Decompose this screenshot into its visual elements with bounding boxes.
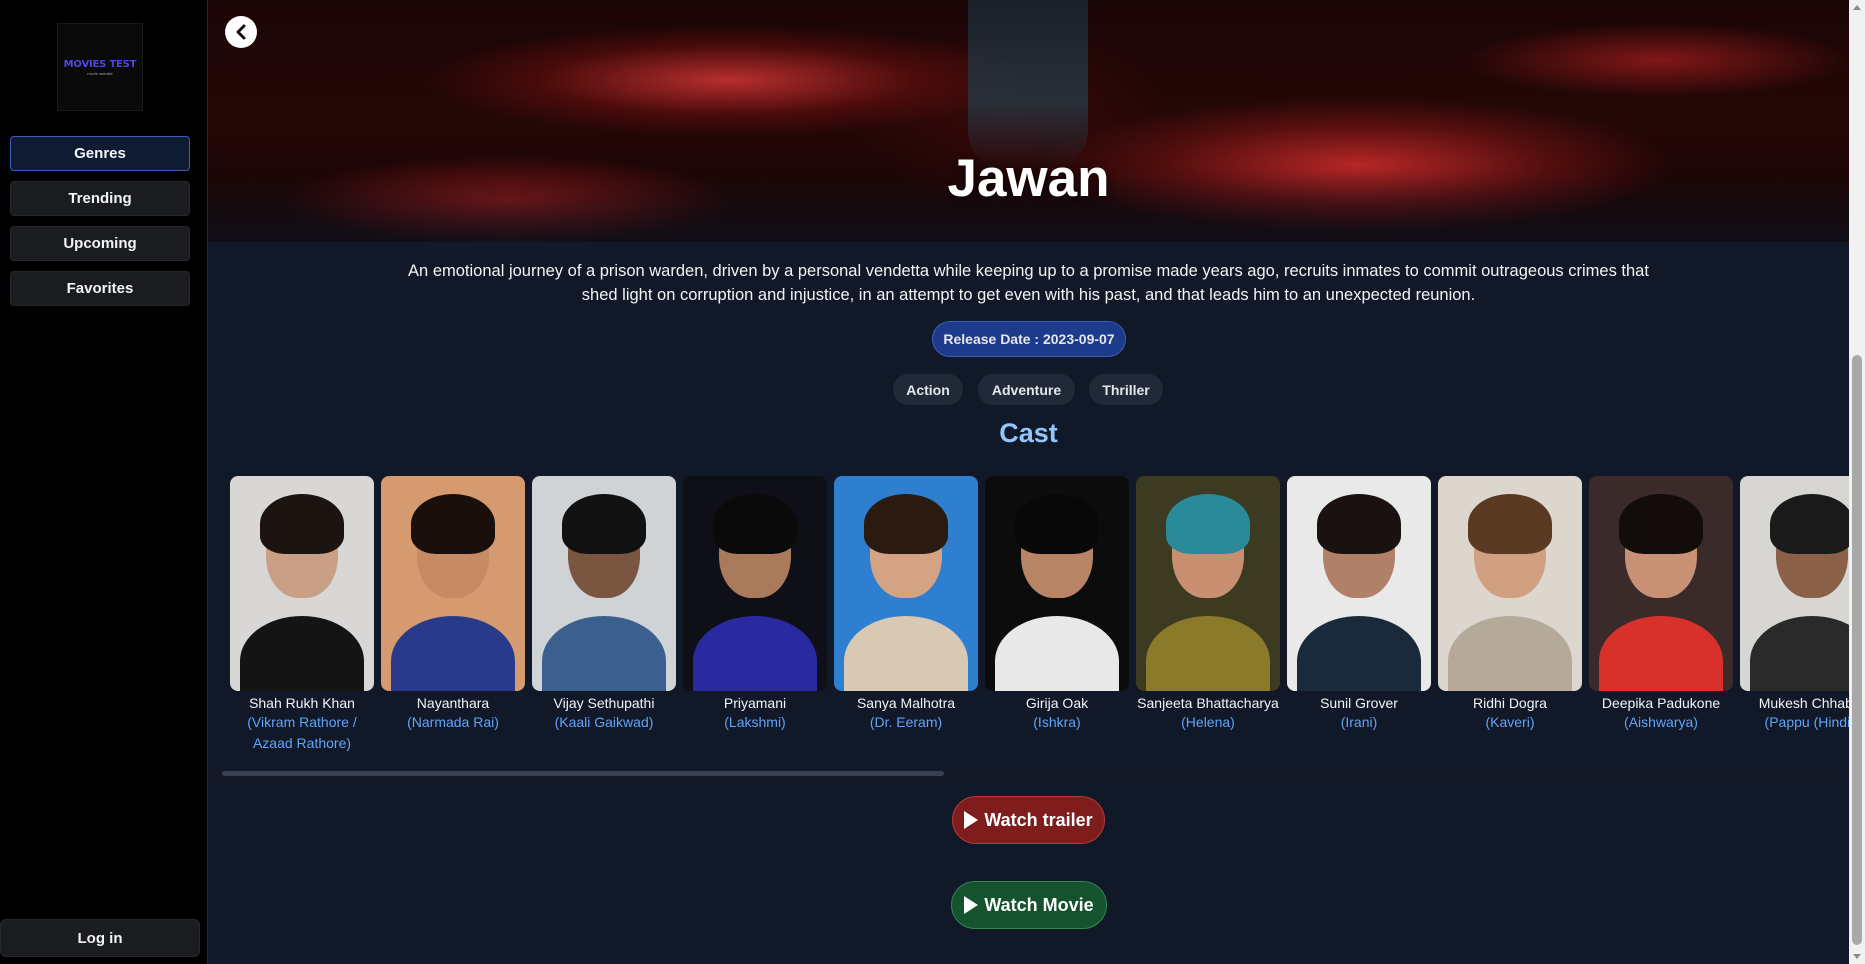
cast-name: Vijay Sethupathi bbox=[553, 695, 655, 711]
cast-photo bbox=[1589, 476, 1733, 691]
cast-role: (Vikram Rathore / Azaad Rathore) bbox=[247, 714, 357, 751]
backdrop-figure bbox=[968, 0, 1088, 170]
hero-backdrop: Jawan bbox=[208, 0, 1849, 242]
cast-card[interactable]: Mukesh Chhabra (Pappu (Hindi)) bbox=[1740, 476, 1849, 733]
nav-genres-button[interactable]: Genres bbox=[10, 136, 190, 171]
app: MOVIES TEST movie website Genres Trendin… bbox=[0, 0, 1865, 964]
cast-role: (Pappu (Hindi)) bbox=[1764, 714, 1849, 730]
cast-name: Girija Oak bbox=[1025, 695, 1089, 711]
cast-carousel[interactable]: Shah Rukh Khan (Vikram Rathore / Azaad R… bbox=[230, 476, 1849, 766]
genre-chip-adventure[interactable]: Adventure bbox=[978, 374, 1075, 405]
scroll-up-arrow-icon[interactable] bbox=[1853, 5, 1861, 10]
logo-subtitle: movie website bbox=[87, 70, 113, 76]
watch-movie-button[interactable]: Watch Movie bbox=[951, 881, 1107, 929]
cast-name: Sanjeeta Bhattacharya bbox=[1137, 695, 1279, 711]
release-date-badge: Release Date : 2023-09-07 bbox=[932, 321, 1126, 357]
back-button[interactable] bbox=[225, 16, 257, 48]
page-scrollbar[interactable] bbox=[1849, 0, 1865, 964]
cast-scrollbar[interactable] bbox=[208, 768, 1849, 778]
cast-card[interactable]: Vijay Sethupathi (Kaali Gaikwad) bbox=[532, 476, 676, 733]
cast-name: Deepika Padukone bbox=[1601, 695, 1721, 711]
cast-card[interactable]: Nayanthara (Narmada Rai) bbox=[381, 476, 525, 733]
cast-role: (Narmada Rai) bbox=[407, 714, 499, 730]
cast-photo bbox=[1438, 476, 1582, 691]
cast-photo bbox=[532, 476, 676, 691]
cast-card[interactable]: Shah Rukh Khan (Vikram Rathore / Azaad R… bbox=[230, 476, 374, 754]
cast-name: Shah Rukh Khan bbox=[249, 695, 355, 711]
cast-card[interactable]: Sunil Grover (Irani) bbox=[1287, 476, 1431, 733]
cast-role: (Irani) bbox=[1340, 714, 1378, 730]
login-button[interactable]: Log in bbox=[0, 919, 200, 957]
logo-title: MOVIES TEST bbox=[63, 58, 137, 70]
cast-role: (Dr. Eeram) bbox=[869, 714, 943, 730]
cast-name: Ridhi Dogra bbox=[1473, 695, 1547, 711]
cast-role: (Kaali Gaikwad) bbox=[554, 714, 654, 730]
cast-name: Mukesh Chhabra bbox=[1758, 695, 1849, 711]
cast-card[interactable]: Ridhi Dogra (Kaveri) bbox=[1438, 476, 1582, 733]
cast-photo bbox=[985, 476, 1129, 691]
cast-heading: Cast bbox=[999, 418, 1058, 448]
nav-favorites-button[interactable]: Favorites bbox=[10, 271, 190, 306]
cast-card[interactable]: Sanjeeta Bhattacharya (Helena) bbox=[1136, 476, 1280, 733]
chevron-left-icon bbox=[236, 24, 246, 40]
watch-movie-label: Watch Movie bbox=[984, 894, 1094, 915]
cast-photo bbox=[1287, 476, 1431, 691]
cast-role: (Aishwarya) bbox=[1624, 714, 1698, 730]
page-scrollbar-thumb[interactable] bbox=[1852, 355, 1862, 945]
cast-photo bbox=[1740, 476, 1849, 691]
genre-chip-thriller[interactable]: Thriller bbox=[1089, 374, 1163, 405]
cast-role: (Lakshmi) bbox=[724, 714, 786, 730]
cast-card[interactable]: Deepika Padukone (Aishwarya) bbox=[1589, 476, 1733, 733]
genre-chip-action[interactable]: Action bbox=[893, 374, 963, 405]
nav-upcoming-button[interactable]: Upcoming bbox=[10, 226, 190, 261]
play-icon bbox=[964, 811, 979, 829]
cast-role: (Kaveri) bbox=[1485, 714, 1535, 730]
scroll-down-arrow-icon[interactable] bbox=[1853, 954, 1861, 959]
cast-name: Priyamani bbox=[723, 695, 787, 711]
watch-trailer-button[interactable]: Watch trailer bbox=[952, 796, 1105, 844]
cast-scrollbar-thumb[interactable] bbox=[222, 771, 944, 776]
movie-overview: An emotional journey of a prison warden,… bbox=[408, 262, 1649, 304]
watch-trailer-label: Watch trailer bbox=[984, 809, 1093, 830]
cast-name: Sunil Grover bbox=[1320, 695, 1398, 711]
nav-trending-button[interactable]: Trending bbox=[10, 181, 190, 216]
cast-card[interactable]: Sanya Malhotra (Dr. Eeram) bbox=[834, 476, 978, 733]
cast-name: Sanya Malhotra bbox=[856, 695, 956, 711]
cast-photo bbox=[381, 476, 525, 691]
cast-role: (Helena) bbox=[1181, 714, 1235, 730]
cast-photo bbox=[683, 476, 827, 691]
movie-title: Jawan bbox=[947, 149, 1110, 208]
site-logo[interactable]: MOVIES TEST movie website bbox=[57, 23, 143, 111]
play-icon bbox=[964, 896, 979, 914]
movie-detail: Jawan An emotional journey of a prison w… bbox=[208, 0, 1849, 964]
cast-card[interactable]: Priyamani (Lakshmi) bbox=[683, 476, 827, 733]
cast-card[interactable]: Girija Oak (Ishkra) bbox=[985, 476, 1129, 733]
cast-name: Nayanthara bbox=[416, 695, 490, 711]
cast-photo bbox=[1136, 476, 1280, 691]
cast-photo bbox=[230, 476, 374, 691]
cast-role: (Ishkra) bbox=[1033, 714, 1081, 730]
sidebar: MOVIES TEST movie website Genres Trendin… bbox=[0, 0, 208, 964]
cast-photo bbox=[834, 476, 978, 691]
